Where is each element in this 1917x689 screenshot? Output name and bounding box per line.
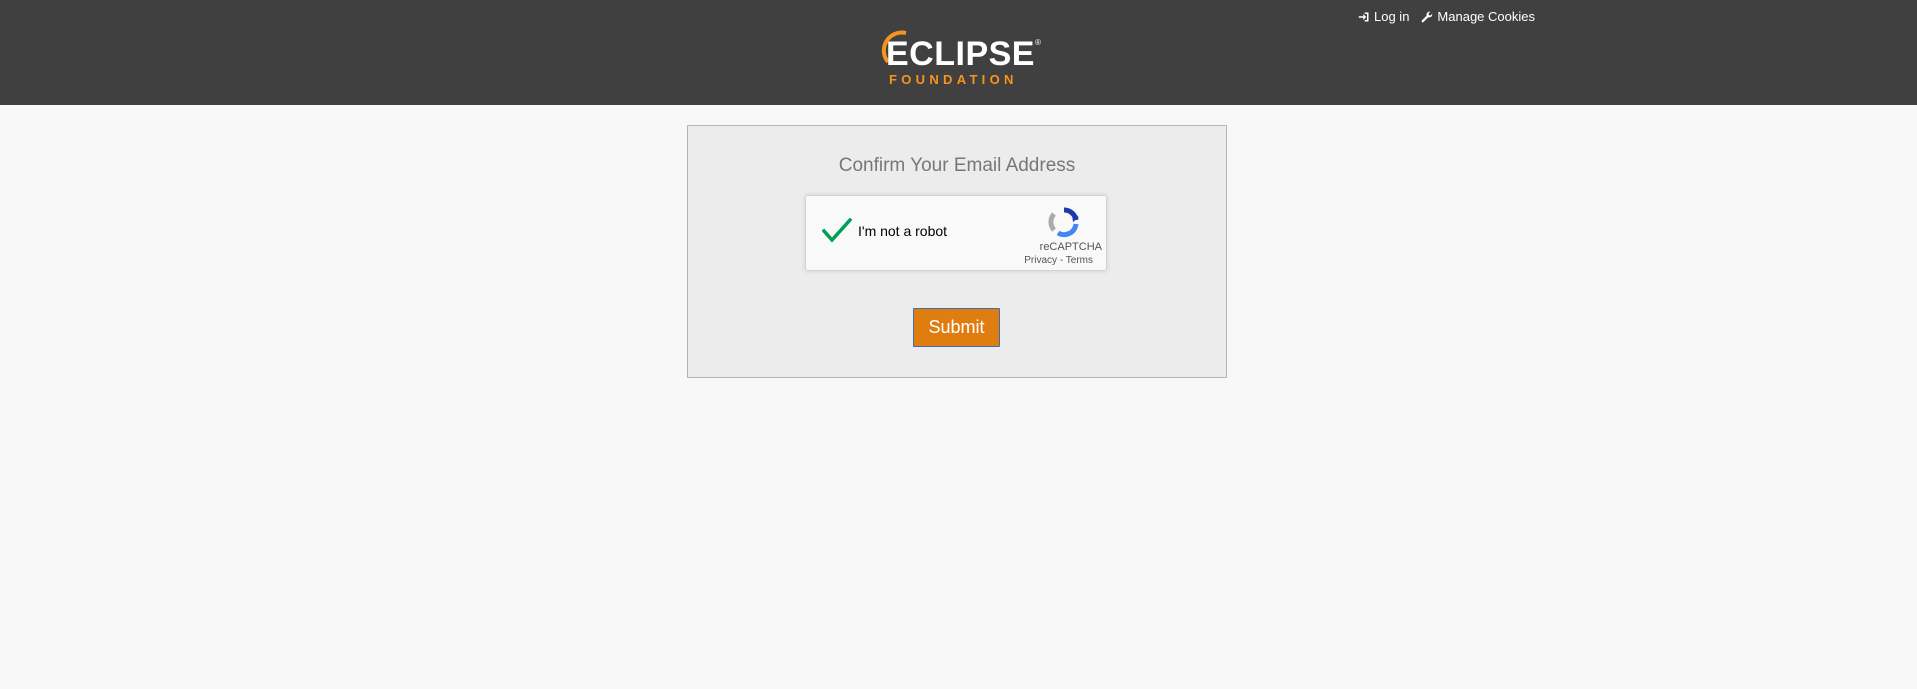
recaptcha-widget: I'm not a robot reCAPTCHA Privacy - Term… [805, 195, 1107, 271]
recaptcha-label: I'm not a robot [858, 223, 948, 239]
confirm-email-form: Confirm Your Email Address I'm not a rob… [687, 125, 1227, 378]
recaptcha-checkmark-icon[interactable] [822, 218, 852, 244]
form-title: Confirm Your Email Address [838, 155, 1076, 176]
site-header: Log in Manage Cookies ECLIPSE® FOUNDATIO… [0, 0, 1917, 105]
manage-cookies-label: Manage Cookies [1437, 9, 1535, 24]
wrench-icon [1422, 11, 1433, 22]
recaptcha-separator: - [1057, 255, 1066, 266]
submit-button[interactable]: Submit [913, 308, 1000, 347]
recaptcha-terms-link[interactable]: Terms [1066, 255, 1093, 266]
manage-cookies-link[interactable]: Manage Cookies [1421, 9, 1535, 24]
eclipse-foundation-logo[interactable]: ECLIPSE® FOUNDATION [874, 30, 1044, 90]
logo-subtitle: FOUNDATION [889, 72, 1018, 87]
recaptcha-privacy-link[interactable]: Privacy [1024, 255, 1057, 266]
logo-wordmark: ECLIPSE® [886, 35, 1042, 73]
recaptcha-brand: reCAPTCHA [1039, 241, 1102, 253]
recaptcha-logo-icon [1048, 207, 1079, 238]
header-links: Log in Manage Cookies [1358, 9, 1535, 24]
login-link-label: Log in [1374, 9, 1410, 24]
login-link[interactable]: Log in [1358, 9, 1409, 24]
recaptcha-links: Privacy - Terms [1024, 255, 1093, 266]
sign-in-icon [1358, 12, 1369, 21]
